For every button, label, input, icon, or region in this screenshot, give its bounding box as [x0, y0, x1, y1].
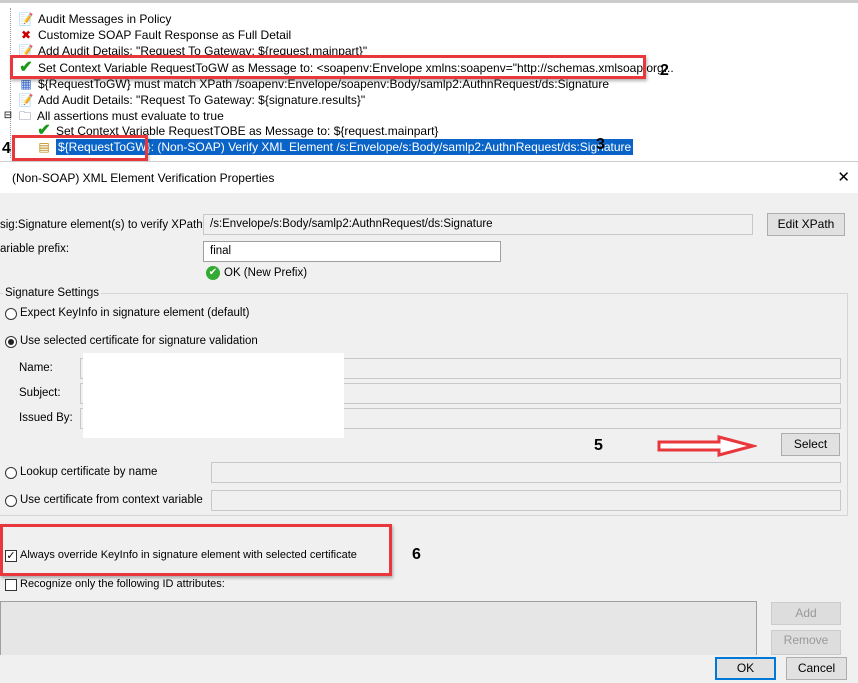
context-cert-radio[interactable] — [5, 495, 17, 507]
expect-keyinfo-label: Expect KeyInfo in signature element (def… — [20, 307, 250, 319]
add-button[interactable]: Add — [771, 602, 841, 625]
edit-xpath-button[interactable]: Edit XPath — [767, 213, 845, 236]
subject-label: Subject: — [19, 387, 61, 399]
expect-keyinfo-radio[interactable] — [5, 308, 17, 320]
tree-item-label: All assertions must evaluate to true — [37, 109, 224, 123]
xpath-icon: ▦ — [20, 77, 32, 91]
lookup-cert-radio[interactable] — [5, 467, 17, 479]
audit-icon: 📝 — [18, 12, 34, 26]
ok-status-icon: ✔ — [206, 266, 220, 280]
recognize-id-checkbox[interactable] — [5, 579, 17, 591]
tree-item-label: Add Audit Details: "Request To Gateway: … — [38, 93, 366, 107]
tree-guide — [10, 8, 11, 158]
ok-button[interactable]: OK — [715, 657, 776, 680]
lookup-cert-label: Lookup certificate by name — [20, 466, 158, 478]
tree-item[interactable]: 📝 Add Audit Details: "Request To Gateway:… — [18, 92, 366, 108]
override-keyinfo-label: Always override KeyInfo in signature ele… — [20, 549, 357, 561]
fault-icon: ✖ — [20, 28, 32, 42]
recognize-id-label: Recognize only the following ID attribut… — [20, 578, 225, 590]
remove-button[interactable]: Remove — [771, 630, 841, 655]
arrow-icon — [657, 435, 757, 457]
cancel-button[interactable]: Cancel — [786, 657, 847, 680]
use-selected-cert-label: Use selected certificate for signature v… — [20, 335, 258, 347]
xpath-label: sig:Signature element(s) to verify XPath… — [0, 219, 206, 231]
divider — [0, 0, 858, 3]
tree-item[interactable]: ⊟ 🗀 All assertions must evaluate to true — [3, 108, 224, 124]
annotation-3: 3 — [596, 136, 605, 153]
prefix-label: ariable prefix: — [0, 243, 70, 255]
annotation-4: 4 — [2, 140, 11, 157]
collapse-icon[interactable]: ⊟ — [3, 109, 13, 123]
highlight-box — [12, 135, 148, 161]
highlight-box — [10, 55, 646, 79]
folder-icon: 🗀 — [18, 109, 31, 123]
policy-tree: 📝 Audit Messages in Policy ✖ Customize SOA… — [0, 0, 858, 161]
tree-item-label: Audit Messages in Policy — [38, 12, 172, 26]
select-button[interactable]: Select — [781, 433, 840, 456]
dialog-titlebar: (Non-SOAP) XML Element Verification Prop… — [0, 161, 858, 193]
tree-item-label: : (Non-SOAP) Verify XML Element /s:Envel… — [150, 140, 632, 154]
id-attributes-list[interactable] — [0, 601, 757, 655]
xpath-field: /s:Envelope/s:Body/samlp2:AuthnRequest/d… — [203, 214, 753, 235]
name-label: Name: — [19, 362, 53, 374]
context-cert-field[interactable] — [211, 490, 841, 511]
override-keyinfo-checkbox[interactable]: ✓ — [5, 550, 17, 562]
lookup-cert-field[interactable] — [211, 462, 841, 483]
context-cert-label: Use certificate from context variable — [20, 494, 203, 506]
annotation-2: 2 — [660, 62, 669, 79]
tree-item-label: Customize SOAP Fault Response as Full De… — [38, 28, 292, 42]
tree-item[interactable]: ✖ Customize SOAP Fault Response as Full D… — [18, 27, 291, 43]
close-icon[interactable]: ✕ — [837, 168, 850, 186]
variable-prefix-input[interactable]: final — [203, 241, 501, 262]
dialog-title: (Non-SOAP) XML Element Verification Prop… — [12, 171, 275, 185]
use-selected-cert-radio[interactable] — [5, 336, 17, 348]
prefix-status: OK (New Prefix) — [224, 267, 308, 279]
annotation-5: 5 — [594, 437, 603, 454]
audit-icon: 📝 — [18, 93, 34, 107]
tree-item[interactable]: 📝 Audit Messages in Policy — [18, 11, 172, 27]
annotation-6: 6 — [412, 546, 421, 563]
issued-by-label: Issued By: — [19, 412, 73, 424]
signature-settings-label: Signature Settings — [3, 287, 101, 299]
redaction — [83, 353, 344, 438]
